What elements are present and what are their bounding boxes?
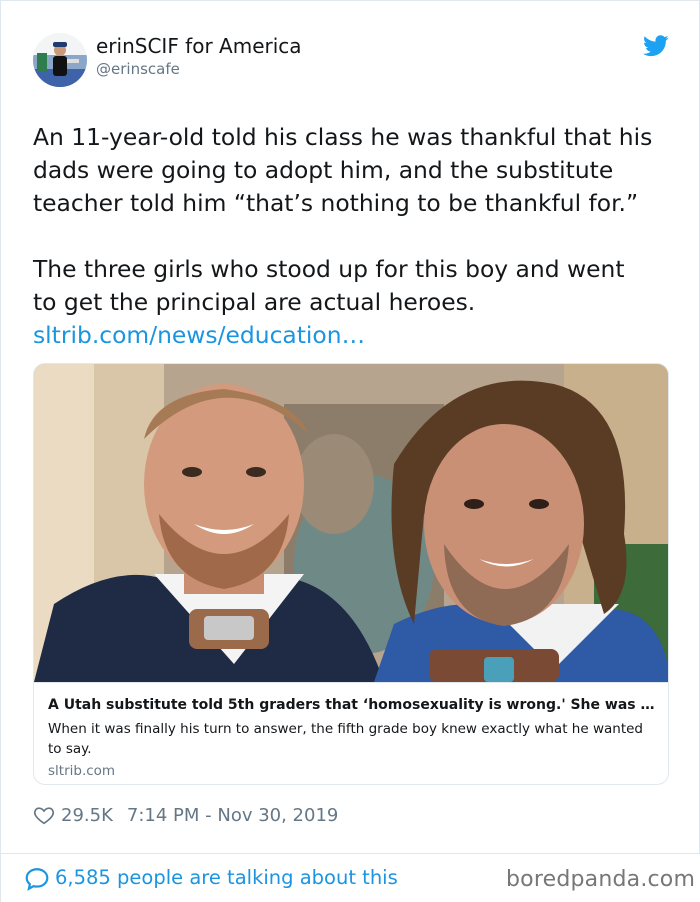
- tweet-link[interactable]: sltrib.com/news/education…: [33, 321, 365, 349]
- tweet-text-line: teacher told him “that’s nothing to be t…: [33, 189, 639, 217]
- author-avatar[interactable]: [33, 33, 87, 87]
- card-title[interactable]: A Utah substitute told 5th graders that …: [48, 695, 656, 715]
- card-image[interactable]: [34, 364, 668, 682]
- tweet-embed: erinSCIF for America @erinscafe An 11-ye…: [0, 0, 700, 853]
- card-domain: sltrib.com: [48, 763, 116, 779]
- tweet-text: An 11-year-old told his class he was tha…: [33, 121, 683, 352]
- tweet-footer: 6,585 people are talking about this bore…: [0, 853, 700, 902]
- speech-bubble-icon[interactable]: [24, 866, 50, 892]
- link-preview-card[interactable]: A Utah substitute told 5th graders that …: [33, 363, 669, 785]
- tweet-meta: 29.5K 7:14 PM - Nov 30, 2019: [33, 802, 338, 828]
- twitter-bird-icon[interactable]: [643, 35, 669, 57]
- tweet-text-line: The three girls who stood up for this bo…: [33, 255, 625, 283]
- boredpanda-watermark: boredpanda.com: [506, 867, 696, 892]
- author-display-name[interactable]: erinSCIF for America: [96, 34, 302, 58]
- tweet-text-line: An 11-year-old told his class he was tha…: [33, 123, 653, 151]
- heart-icon[interactable]: [33, 804, 55, 826]
- card-body[interactable]: A Utah substitute told 5th graders that …: [34, 682, 668, 784]
- card-description: When it was finally his turn to answer, …: [48, 721, 643, 757]
- tweet-text-line: dads were going to adopt him, and the su…: [33, 156, 614, 184]
- like-count[interactable]: 29.5K: [61, 805, 113, 826]
- author-handle[interactable]: @erinscafe: [96, 60, 180, 78]
- tweet-text-line: to get the principal are actual heroes.: [33, 288, 476, 316]
- people-talking-link[interactable]: 6,585 people are talking about this: [55, 866, 398, 889]
- tweet-timestamp[interactable]: 7:14 PM - Nov 30, 2019: [127, 805, 338, 826]
